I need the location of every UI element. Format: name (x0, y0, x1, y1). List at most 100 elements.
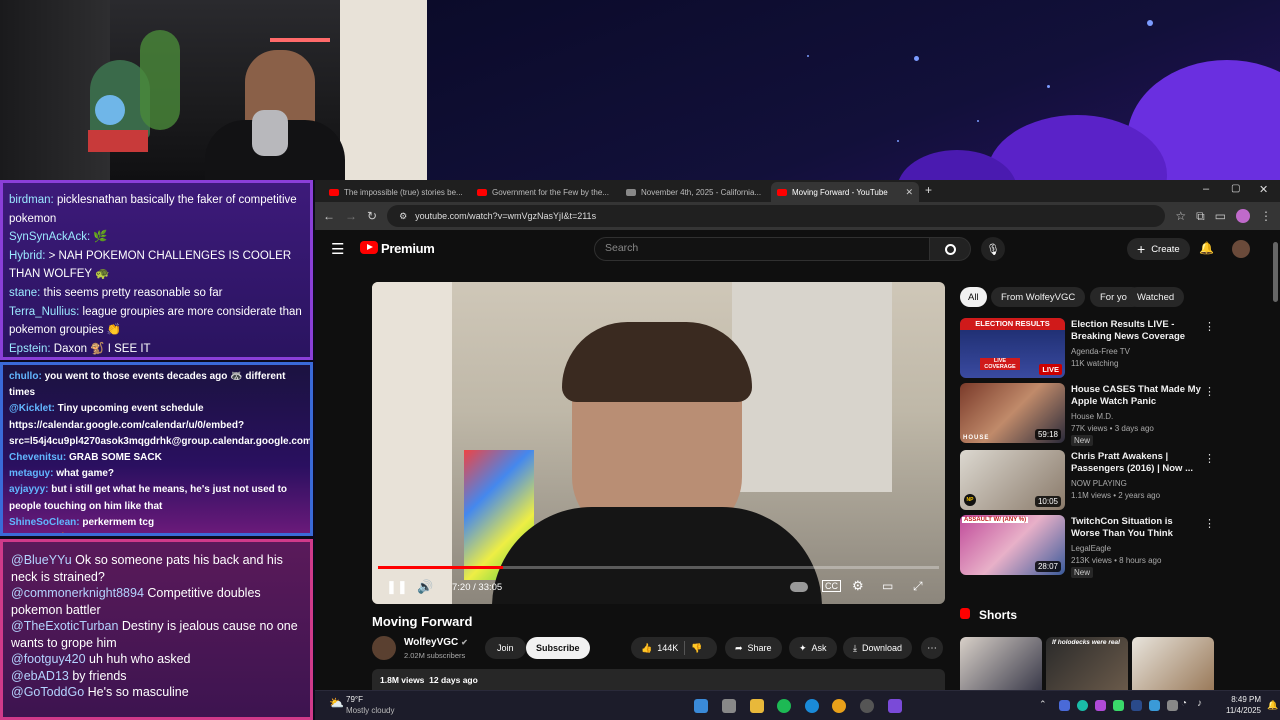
chat-username[interactable]: @footguy420 (11, 652, 86, 666)
new-tab-button[interactable]: + (925, 183, 932, 197)
edge-icon[interactable] (805, 699, 819, 713)
youtube-premium-logo[interactable]: Premium (381, 241, 435, 256)
captions-button[interactable]: CC (822, 580, 841, 592)
chat-username[interactable]: @ebAD13 (11, 669, 69, 683)
theater-mode-button[interactable]: ▭ (882, 579, 893, 593)
wifi-icon[interactable]: ◔ (1181, 698, 1187, 709)
reload-icon[interactable]: ↻ (367, 209, 377, 223)
extensions-icon[interactable]: ⧉ (1196, 209, 1205, 224)
thumbnail[interactable]: ASSAULT W/ (ANY %) 28:07 (960, 515, 1065, 575)
chat-username[interactable]: @TheExoticTurban (11, 619, 118, 633)
short-thumbnail[interactable]: If holodecks were real (1046, 637, 1128, 690)
weather-temp[interactable]: 79°F (346, 695, 363, 704)
chat-username[interactable]: metaguy: (9, 533, 53, 536)
channel-avatar[interactable] (372, 636, 396, 660)
bookmark-star-icon[interactable]: ☆ (1175, 209, 1186, 223)
forward-icon[interactable]: → (345, 209, 357, 223)
close-window-button[interactable]: ✕ (1259, 183, 1268, 196)
chat-username[interactable]: metaguy: (9, 468, 53, 479)
subscribe-button[interactable]: Subscribe (526, 637, 590, 659)
create-button[interactable]: + Create (1127, 238, 1190, 260)
more-options-icon[interactable]: ⋮ (1204, 452, 1215, 465)
sidebar-icon[interactable]: ▭ (1215, 209, 1226, 223)
tab-moving-forward[interactable]: Moving Forward - YouTube ✕ (771, 182, 919, 202)
rec-channel[interactable]: LegalEagle (1071, 543, 1111, 554)
chat-username[interactable]: Hybrid: (9, 250, 45, 262)
more-options-icon[interactable]: ⋮ (1204, 517, 1215, 530)
weather-desc[interactable]: Mostly cloudy (346, 706, 394, 715)
progress-track[interactable] (378, 566, 939, 569)
chat-username[interactable]: @GoToddGo (11, 685, 84, 699)
settings-gear-icon[interactable]: ⚙ (852, 578, 864, 594)
tray-app-icon[interactable] (1059, 700, 1070, 711)
channel-name[interactable]: WolfeyVGC ✔ (404, 637, 468, 648)
share-button[interactable]: ➦ Share (725, 637, 782, 659)
video-player[interactable]: ❚❚ 🔊 7:20 / 33:05 CC ⚙ ▭ ⤢ (372, 282, 945, 604)
thumbnail[interactable]: ELECTION RESULTS LIVE COVERAGE LIVE (960, 318, 1065, 378)
like-button[interactable]: 👍 144K (641, 643, 678, 654)
hamburger-menu-icon[interactable]: ☰ (331, 240, 344, 258)
pause-button[interactable]: ❚❚ (386, 579, 408, 595)
chat-username[interactable]: Epstein: (9, 343, 51, 355)
download-button[interactable]: ⤓ Download (843, 637, 913, 659)
chat-username[interactable]: stane: (9, 287, 40, 299)
search-button[interactable] (929, 237, 971, 261)
tray-app-icon[interactable] (1167, 700, 1178, 711)
chat-username[interactable]: ShineSoClean: (9, 517, 80, 528)
tray-overflow-icon[interactable]: ⌃ (1039, 699, 1047, 710)
rec-title[interactable]: House CASES That Made My Apple Watch Pan… (1071, 384, 1201, 408)
fullscreen-button[interactable]: ⤢ (913, 579, 923, 594)
autoplay-toggle[interactable] (790, 582, 808, 592)
dislike-button[interactable]: 👎 (691, 643, 702, 654)
youtube-logo-icon[interactable] (360, 241, 378, 254)
chat-username[interactable]: @commonerknight8894 (11, 586, 144, 600)
chat-username[interactable]: Chevenitsu: (9, 452, 66, 463)
tab-impossible-stories[interactable]: The impossible (true) stories be... ✕ (323, 182, 465, 202)
url-field[interactable]: ⚙ youtube.com/watch?v=wmVgzNasYjI&t=211s (387, 205, 1166, 227)
rec-channel[interactable]: NOW PLAYING (1071, 478, 1127, 489)
chat-username[interactable]: birdman: (9, 194, 54, 206)
account-avatar[interactable] (1232, 240, 1250, 258)
start-button-icon[interactable] (694, 699, 708, 713)
spotify-icon[interactable] (777, 699, 791, 713)
chrome-icon[interactable] (832, 699, 846, 713)
clock-date[interactable]: 11/4/2025 (1215, 706, 1261, 715)
tab-government[interactable]: Government for the Few by the... ✕ (471, 182, 613, 202)
weather-icon[interactable]: ⛅ (329, 696, 344, 710)
minimize-button[interactable]: – (1203, 183, 1209, 195)
short-thumbnail[interactable] (960, 637, 1042, 690)
recommendation-item[interactable]: HOUSE 59:18 House CASES That Made My App… (960, 383, 1220, 446)
chat-username[interactable]: @BlueYYu (11, 553, 72, 567)
browser-menu-icon[interactable]: ⋮ (1260, 209, 1272, 223)
chat-username[interactable]: ayjayyy: (9, 484, 48, 495)
filter-chip-from-wolfeyvgc[interactable]: From WolfeyVGC (991, 287, 1086, 307)
tab-november[interactable]: November 4th, 2025 - California... ✕ (620, 182, 765, 202)
rec-title[interactable]: Chris Pratt Awakens | Passengers (2016) … (1071, 451, 1201, 475)
more-options-icon[interactable]: ⋮ (1204, 320, 1215, 333)
thumbnail[interactable]: HOUSE 59:18 (960, 383, 1065, 443)
more-options-icon[interactable]: ⋮ (1204, 385, 1215, 398)
short-thumbnail[interactable] (1132, 637, 1214, 690)
file-explorer-icon[interactable] (750, 699, 764, 713)
maximize-button[interactable]: ▢ (1231, 183, 1240, 194)
rec-channel[interactable]: House M.D. (1071, 411, 1113, 422)
tray-app-icon[interactable] (1077, 700, 1088, 711)
rec-title[interactable]: TwitchCon Situation is Worse Than You Th… (1071, 516, 1201, 540)
notification-center-icon[interactable]: 🔔 (1267, 700, 1278, 711)
volume-button[interactable]: 🔊 (417, 579, 433, 595)
chat-username[interactable]: @Kicklet: (9, 403, 55, 414)
page-scrollbar[interactable] (1273, 242, 1278, 302)
app-icon[interactable] (888, 699, 902, 713)
obs-icon[interactable] (860, 699, 874, 713)
filter-chip-watched[interactable]: Watched (1127, 287, 1185, 307)
steam-icon[interactable] (1131, 700, 1142, 711)
tray-app-icon[interactable] (1095, 700, 1106, 711)
recommendation-item[interactable]: ELECTION RESULTS LIVE COVERAGE LIVE Elec… (960, 318, 1220, 378)
close-tab-icon[interactable]: ✕ (905, 187, 913, 198)
task-view-icon[interactable] (722, 699, 736, 713)
filter-chip-all[interactable]: All (960, 287, 987, 307)
site-info-icon[interactable]: ⚙ (399, 211, 407, 222)
chat-username[interactable]: SynSynAckAck: (9, 231, 90, 243)
recommendation-item[interactable]: ASSAULT W/ (ANY %) 28:07 TwitchCon Situa… (960, 515, 1220, 578)
clock-time[interactable]: 8:49 PM (1221, 695, 1261, 704)
